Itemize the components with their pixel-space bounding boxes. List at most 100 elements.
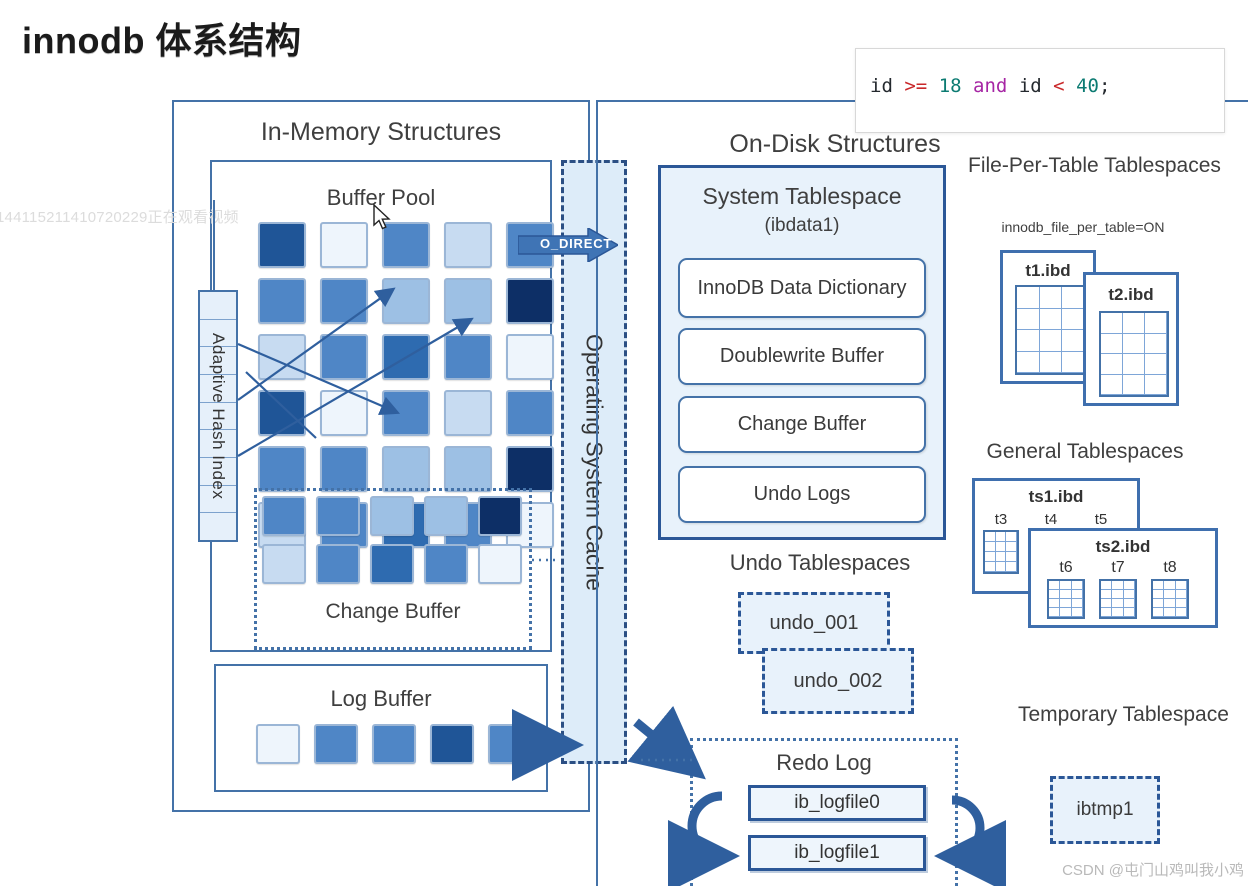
- buffer-pool-page: [444, 222, 492, 268]
- ts2-table-label: t6: [1059, 559, 1073, 576]
- ts1-table-label: t4: [1044, 511, 1058, 528]
- watermark-left: 144115211410720229正在观看视频: [0, 209, 239, 226]
- file-card-t1: t1.ibd: [1000, 250, 1096, 384]
- log-buffer-page: [256, 724, 300, 764]
- change-buffer-page: [370, 496, 414, 536]
- log-buffer-title: Log Buffer: [330, 686, 432, 711]
- undo-tablespaces-title: Undo Tablespaces: [729, 550, 911, 575]
- change-buffer-page: [262, 544, 306, 584]
- code-token: 40: [1076, 75, 1099, 97]
- general-tablespace-ts1-label: ts1.ibd: [1028, 487, 1084, 506]
- buffer-pool-page: [444, 390, 492, 436]
- change-buffer-page: [262, 496, 306, 536]
- ts1-table-label: t3: [994, 511, 1008, 528]
- diagram-canvas: innodb 体系结构 144115211410720229正在观看视频 In-…: [0, 0, 1256, 886]
- system-tablespace-item-change-buffer: Change Buffer: [678, 396, 926, 453]
- system-tablespace-item-doublewrite-buffer: Doublewrite Buffer: [678, 328, 926, 385]
- change-buffer-page: [370, 544, 414, 584]
- temporary-tablespace-title: Temporary Tablespace: [1018, 703, 1229, 726]
- change-buffer-page: [478, 544, 522, 584]
- buffer-pool-page: [506, 446, 554, 492]
- file-per-table-title: File-Per-Table Tablespaces: [968, 154, 1221, 177]
- ts1-table-label: t5: [1094, 511, 1108, 528]
- change-buffer-page: [316, 544, 360, 584]
- buffer-pool-page: [258, 390, 306, 436]
- code-token: <: [1053, 75, 1065, 97]
- table-grid-icon: [1099, 311, 1169, 397]
- buffer-pool-page: [258, 334, 306, 380]
- buffer-pool-page: [320, 446, 368, 492]
- buffer-pool-page: [382, 446, 430, 492]
- page-title: innodb 体系结构: [22, 20, 302, 61]
- redo-log-file-0: ib_logfile0: [748, 785, 926, 821]
- undo-tablespace-card-001: undo_001: [738, 592, 890, 654]
- buffer-pool-page: [320, 278, 368, 324]
- code-token: id: [870, 75, 893, 97]
- watermark-csdn: CSDN @屯门山鸡叫我小鸡: [1062, 862, 1244, 879]
- code-token: >=: [904, 75, 928, 97]
- buffer-pool-page: [258, 222, 306, 268]
- buffer-pool-page: [320, 334, 368, 380]
- change-buffer-page: [478, 496, 522, 536]
- temporary-tablespace-card: ibtmp1: [1050, 776, 1160, 844]
- log-buffer-cells: [256, 724, 532, 764]
- table-grid-icon: [983, 530, 1019, 574]
- buffer-pool-page: [258, 278, 306, 324]
- general-tablespace-card-ts2: ts2.ibd t6 t7 t8: [1028, 528, 1218, 628]
- change-buffer-page: [424, 496, 468, 536]
- redo-log-file-1: ib_logfile1: [748, 835, 926, 871]
- change-buffer-page: [316, 496, 360, 536]
- ts2-tables: t6 t7 t8: [1047, 559, 1189, 619]
- buffer-pool-page: [320, 222, 368, 268]
- system-tablespace-item-data-dictionary: InnoDB Data Dictionary: [678, 258, 926, 318]
- redo-log-title: Redo Log: [776, 750, 872, 775]
- buffer-pool-page: [258, 446, 306, 492]
- table-grid-icon: [1151, 579, 1189, 619]
- buffer-pool-page: [382, 390, 430, 436]
- change-buffer-grid: [262, 496, 522, 584]
- code-token: id: [1018, 75, 1042, 97]
- system-tablespace-title: System Tablespace: [702, 183, 902, 209]
- log-buffer-page: [372, 724, 416, 764]
- log-buffer-page: [430, 724, 474, 764]
- buffer-pool-page: [320, 390, 368, 436]
- buffer-pool-page: [444, 334, 492, 380]
- change-buffer-label: Change Buffer: [325, 600, 461, 623]
- table-grid-icon: [1047, 579, 1085, 619]
- general-tablespace-ts2-label: ts2.ibd: [1095, 537, 1151, 556]
- o-direct-label: O_DIRECT: [540, 236, 613, 251]
- code-token: 18: [938, 75, 962, 97]
- mouse-cursor-icon: [373, 204, 391, 230]
- buffer-pool-page: [382, 278, 430, 324]
- code-token: ;: [1098, 75, 1111, 97]
- undo-tablespace-card-002: undo_002: [762, 648, 914, 714]
- log-buffer-page: [488, 724, 532, 764]
- buffer-pool-page: [444, 278, 492, 324]
- table-grid-icon: [1099, 579, 1137, 619]
- file-per-table-subtitle: innodb_file_per_table=ON: [1001, 219, 1165, 235]
- code-token: and: [973, 75, 1008, 97]
- buffer-pool-page: [506, 278, 554, 324]
- in-memory-structures-title: In-Memory Structures: [260, 118, 502, 146]
- general-tablespaces-title: General Tablespaces: [986, 440, 1184, 463]
- buffer-pool-page: [506, 390, 554, 436]
- buffer-pool-page: [444, 446, 492, 492]
- ts2-table-label: t7: [1111, 559, 1125, 576]
- file-card-t2: t2.ibd: [1083, 272, 1179, 406]
- file-card-t2-label: t2.ibd: [1108, 285, 1154, 304]
- buffer-pool-page: [506, 334, 554, 380]
- log-buffer-page: [314, 724, 358, 764]
- table-grid-icon: [1015, 285, 1087, 375]
- adaptive-hash-index-label: Adaptive Hash Index: [209, 332, 228, 500]
- system-tablespace-item-undo-logs: Undo Logs: [678, 466, 926, 523]
- system-tablespace-subtitle: (ibdata1): [764, 215, 840, 236]
- code-overlay-panel: id >= 18 and id < 40;: [855, 48, 1225, 133]
- code-line: id >= 18 and id < 40;: [870, 75, 1110, 97]
- file-card-t1-label: t1.ibd: [1025, 261, 1071, 280]
